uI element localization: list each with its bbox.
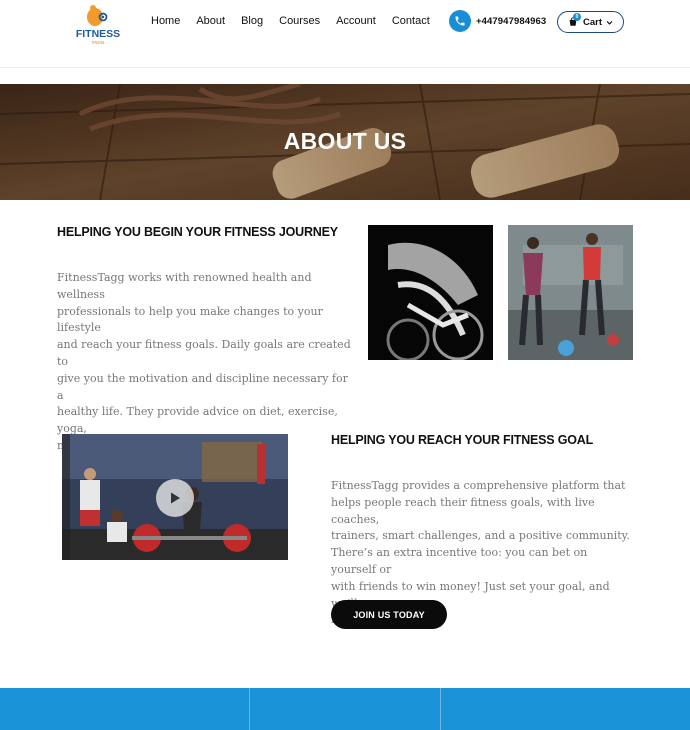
text-line: trainers, smart challenges, and a positi…: [331, 529, 630, 543]
phone-number: +447947984963: [476, 15, 547, 27]
group-training-photo: [508, 225, 633, 360]
cart-count-badge: 0: [573, 13, 581, 21]
logo-text: FITNESS: [76, 28, 120, 40]
footer-divider: [249, 688, 250, 730]
site-header: FITNESS TAGG Home About Blog Courses Acc…: [0, 0, 690, 68]
footer-band: [0, 688, 690, 730]
text-line: FitnessTagg provides a comprehensive pla…: [331, 479, 626, 492]
play-icon: [171, 492, 180, 504]
video-thumbnail[interactable]: [62, 434, 288, 560]
nav-account[interactable]: Account: [336, 14, 376, 28]
footer-divider: [440, 688, 441, 730]
nav-blog[interactable]: Blog: [241, 14, 263, 28]
phone-icon: [449, 10, 471, 32]
nav-contact[interactable]: Contact: [392, 14, 430, 28]
section-heading-journey: HELPING YOU BEGIN YOUR FITNESS JOURNEY: [57, 225, 338, 239]
text-line: FitnessTagg works with renowned health a…: [57, 271, 312, 301]
cart-button[interactable]: 0 Cart: [557, 11, 624, 33]
phone-link[interactable]: +447947984963: [449, 10, 546, 32]
text-line: helps people reach their fitness goals, …: [331, 495, 595, 526]
logo-subtext: TAGG: [92, 40, 105, 45]
text-line: give you the motivation and discipline n…: [57, 371, 348, 402]
text-line: healthy life. They provide advice on die…: [57, 405, 338, 436]
site-logo[interactable]: FITNESS TAGG: [74, 3, 122, 45]
nav-home[interactable]: Home: [151, 14, 180, 28]
nav-courses[interactable]: Courses: [279, 14, 320, 28]
text-line: There’s an extra incentive too: you can …: [331, 546, 588, 576]
cart-label: Cart: [582, 16, 602, 28]
chevron-down-icon: [606, 19, 613, 26]
text-line: and reach your fitness goals. Daily goal…: [57, 338, 351, 368]
page-title: ABOUT US: [283, 128, 407, 154]
section-heading-goal: HELPING YOU REACH YOUR FITNESS GOAL: [331, 433, 594, 447]
section-text-journey: FitnessTagg works with renowned health a…: [57, 270, 357, 455]
main-nav: Home About Blog Courses Account Contact: [151, 14, 446, 28]
text-line: professionals to help you make changes t…: [57, 304, 323, 335]
cycling-photo: [368, 225, 493, 360]
play-button[interactable]: [156, 479, 194, 517]
join-us-button[interactable]: JOIN US TODAY: [331, 600, 447, 629]
hero-banner: ABOUT US: [0, 84, 690, 200]
nav-about[interactable]: About: [196, 14, 225, 28]
